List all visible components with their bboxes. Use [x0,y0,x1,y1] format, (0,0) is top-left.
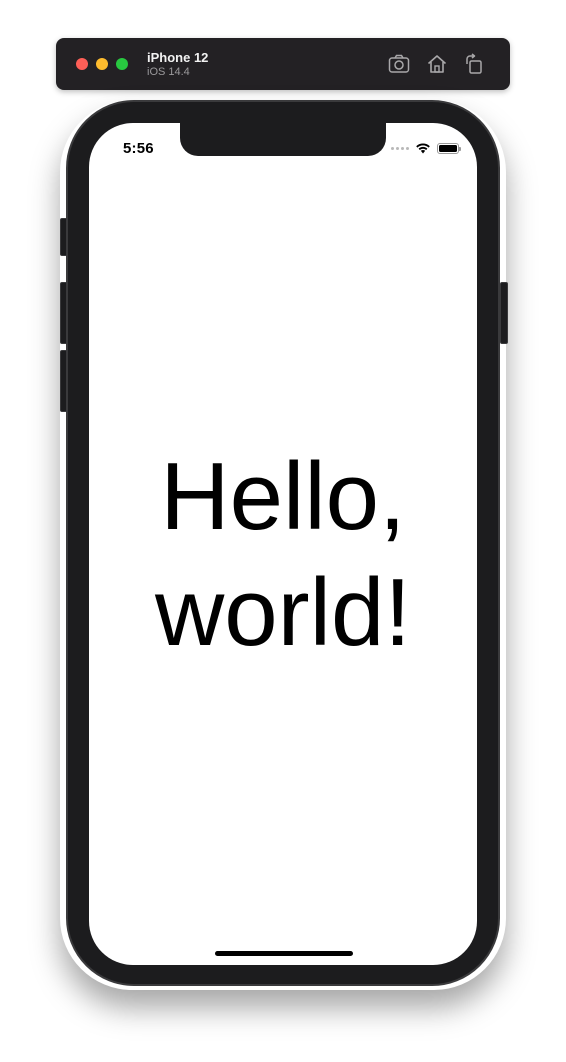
hello-line: Hello, [160,443,406,550]
status-time: 5:56 [123,140,154,157]
screenshot-icon [388,54,410,73]
minimize-window-button[interactable] [96,58,108,70]
close-window-button[interactable] [76,58,88,70]
simulator-toolbar: iPhone 12 iOS 14.4 [56,38,510,90]
simulator-stage: iPhone 12 iOS 14.4 5:56 Hello, world! [0,0,566,1062]
world-line: world! [154,559,412,666]
maximize-window-button[interactable] [116,58,128,70]
rotate-button[interactable] [462,52,486,76]
wifi-icon [415,142,431,154]
battery-icon [437,142,461,154]
notch [180,123,386,156]
home-button[interactable] [425,52,449,76]
home-icon [427,55,447,73]
os-version: iOS 14.4 [147,66,190,78]
signal-dots-icon [391,146,409,150]
home-indicator[interactable] [215,951,353,956]
device-screen[interactable]: 5:56 Hello, world! [89,123,477,965]
status-icons [391,141,461,155]
screenshot-button[interactable] [387,52,411,76]
hello-world-text: Hello, world! [89,439,477,671]
rotate-icon [466,53,482,74]
device-name: iPhone 12 [147,50,209,65]
battery-level [439,144,457,152]
power-button[interactable] [500,282,508,344]
